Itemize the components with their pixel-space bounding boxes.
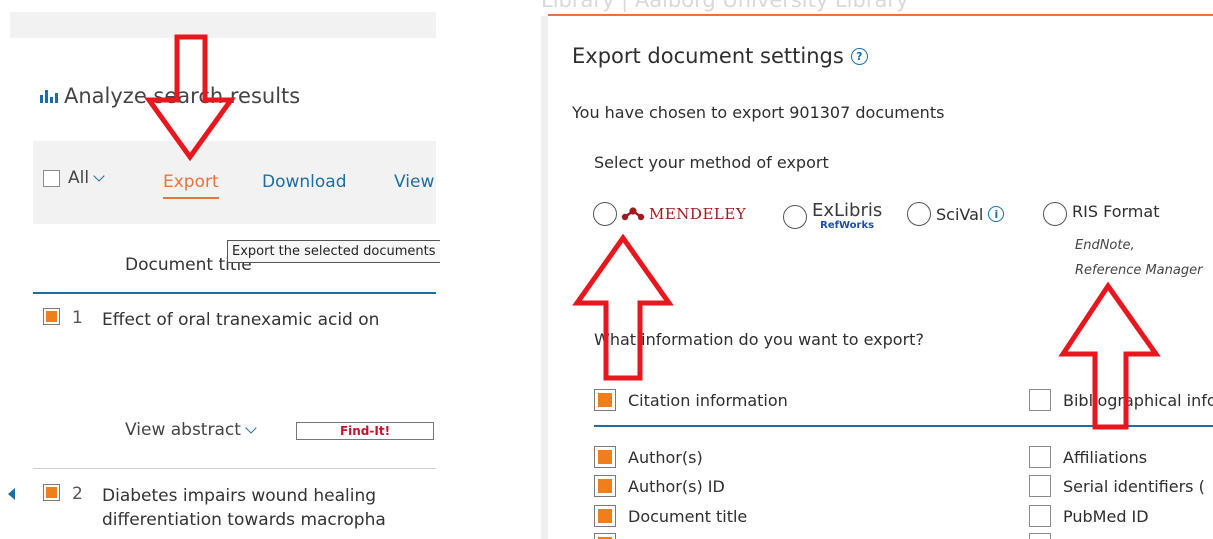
header-divider: [33, 292, 436, 294]
select-all-label: All: [68, 168, 90, 188]
field-checkbox[interactable]: [594, 505, 616, 527]
field-option[interactable]: [594, 533, 628, 539]
exlibris-label: ExLibris: [812, 200, 883, 221]
result-title-line: Diabetes impairs wound healing: [102, 486, 377, 506]
analyze-title: Analyze search results: [64, 84, 301, 108]
dialog-top-border: [548, 14, 1213, 16]
faded-header-text: Library | Aalborg University Library: [541, 0, 909, 12]
scival-radio[interactable]: [907, 202, 931, 226]
result-row: 1 Effect of oral tranexamic acid on: [43, 308, 379, 332]
view-abstract-label: View abstract: [125, 420, 241, 440]
refworks-radio[interactable]: [783, 204, 807, 229]
export-option-scival[interactable]: SciVal i: [907, 202, 1005, 226]
field-checkbox[interactable]: [1029, 533, 1051, 539]
citation-information-option[interactable]: Citation information: [594, 389, 788, 411]
bibliographical-information-label: Bibliographical information: [1063, 390, 1213, 410]
result-number: 1: [72, 308, 83, 328]
ris-sub-refmanager: Reference Manager: [1075, 263, 1203, 278]
help-icon[interactable]: ?: [850, 47, 868, 65]
field-checkbox[interactable]: [1029, 446, 1051, 468]
field-label: Author(s): [628, 447, 703, 467]
dialog-title-text: Export document settings: [572, 44, 844, 68]
field-option[interactable]: Serial identifiers (: [1029, 475, 1205, 497]
export-button[interactable]: Export: [163, 172, 219, 199]
field-label: Affiliations: [1063, 447, 1148, 467]
ris-sublabel: EndNote, Reference Manager: [1075, 233, 1202, 283]
field-checkbox[interactable]: [594, 446, 616, 468]
result-checkbox[interactable]: [43, 484, 60, 501]
export-option-mendeley[interactable]: MENDELEY: [593, 202, 746, 226]
export-method-label: Select your method of export: [594, 153, 829, 172]
analyze-search-results-link[interactable]: Analyze search results: [40, 84, 300, 108]
field-checkbox[interactable]: [594, 475, 616, 497]
chevron-down-icon: [245, 421, 257, 434]
bibliographical-information-option[interactable]: Bibliographical information: [1029, 389, 1213, 411]
result-title-line: differentiation towards macropha: [102, 510, 386, 530]
bar-chart-icon: [40, 89, 58, 103]
field-label: PubMed ID: [1063, 506, 1149, 526]
mendeley-label: MENDELEY: [649, 205, 747, 223]
field-option[interactable]: [1029, 533, 1063, 539]
section-divider: [594, 425, 1213, 427]
field-option[interactable]: Document title: [594, 505, 747, 527]
result-number: 2: [72, 484, 83, 504]
ris-sub-endnote: EndNote,: [1075, 238, 1135, 253]
dialog-left-edge: [541, 16, 548, 539]
collapse-arrow-icon[interactable]: [8, 488, 15, 500]
field-label: Author(s) ID: [628, 476, 725, 496]
field-checkbox[interactable]: [1029, 505, 1051, 527]
result-title-link[interactable]: Diabetes impairs wound healing different…: [102, 484, 386, 532]
info-icon[interactable]: i: [988, 206, 1005, 222]
ris-label: RIS Format: [1072, 202, 1160, 221]
export-option-refworks[interactable]: ExLibris RefWorks: [783, 202, 882, 231]
view-button[interactable]: View: [394, 172, 434, 192]
export-option-ris[interactable]: RIS Format: [1043, 202, 1159, 226]
field-checkbox[interactable]: [1029, 475, 1051, 497]
field-option[interactable]: Affiliations: [1029, 446, 1147, 468]
select-all-control[interactable]: All: [43, 168, 105, 188]
search-results-panel: Analyze search results All Export Downlo…: [0, 0, 440, 539]
export-tooltip: Export the selected documents: [227, 240, 440, 263]
ris-radio[interactable]: [1043, 202, 1067, 226]
citation-information-label: Citation information: [628, 390, 788, 410]
export-settings-dialog: Library | Aalborg University Library Exp…: [541, 0, 1213, 539]
result-row: 2 Diabetes impairs wound healing differe…: [43, 484, 386, 532]
field-label: Serial identifiers (: [1063, 476, 1205, 496]
mendeley-logo-icon: [620, 206, 646, 222]
find-it-label: Find-It!: [339, 424, 391, 438]
find-it-button[interactable]: Find-It!: [296, 422, 434, 440]
field-option[interactable]: Author(s): [594, 446, 703, 468]
download-button[interactable]: Download: [262, 172, 347, 192]
field-option[interactable]: Author(s) ID: [594, 475, 725, 497]
field-option[interactable]: PubMed ID: [1029, 505, 1149, 527]
row-divider: [33, 468, 436, 469]
chevron-down-icon[interactable]: [93, 169, 105, 182]
field-label: Document title: [628, 506, 748, 526]
dialog-title: Export document settings ?: [572, 44, 868, 68]
export-info-question: What information do you want to export?: [594, 330, 924, 349]
citation-information-checkbox[interactable]: [594, 389, 616, 411]
top-strip: [10, 12, 436, 38]
bibliographical-information-checkbox[interactable]: [1029, 389, 1051, 411]
result-title-link[interactable]: Effect of oral tranexamic acid on: [102, 308, 379, 332]
mendeley-radio[interactable]: [593, 202, 617, 226]
select-all-checkbox[interactable]: [43, 169, 60, 187]
field-checkbox[interactable]: [594, 533, 616, 539]
refworks-label: RefWorks: [820, 220, 875, 231]
scival-label: SciVal: [936, 204, 984, 224]
view-abstract-toggle[interactable]: View abstract: [125, 420, 257, 440]
exlibris-logo: ExLibris RefWorks: [812, 202, 882, 231]
result-checkbox[interactable]: [43, 308, 60, 325]
export-count-text: You have chosen to export 901307 documen…: [572, 103, 945, 122]
